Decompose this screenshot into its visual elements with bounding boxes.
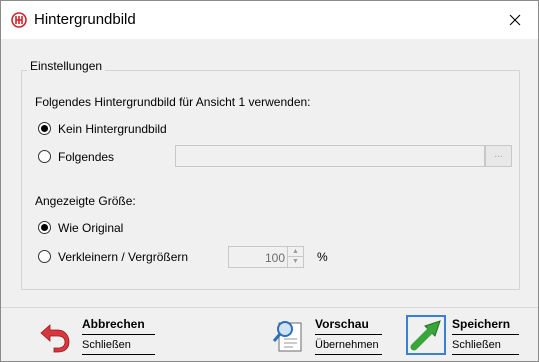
save-subtitle: Schließen: [452, 339, 501, 351]
radio-custom-background-label[interactable]: Folgendes: [58, 150, 114, 164]
radio-no-background[interactable]: [38, 122, 51, 135]
preview-subtitle-rule: [315, 354, 382, 355]
undo-arrow-icon: [40, 324, 70, 353]
cancel-title: Abbrechen: [82, 317, 145, 331]
radio-original-size[interactable]: [38, 221, 51, 234]
scale-stepper-buttons[interactable]: ▲ ▼: [287, 247, 303, 267]
save-subtitle-rule: [452, 354, 519, 355]
cancel-button[interactable]: Abbrechen Schließen: [38, 315, 158, 357]
browse-button[interactable]: ...: [485, 145, 512, 167]
scale-value: 100: [264, 251, 285, 265]
preview-button[interactable]: Vorschau Übernehmen: [271, 315, 391, 357]
save-title-rule: [452, 334, 519, 335]
scale-stepper[interactable]: 100 ▲ ▼: [228, 246, 304, 268]
green-arrow-icon: [410, 320, 441, 351]
dialog-window: Hintergrundbild Einstellungen Folgendes …: [0, 0, 539, 362]
footer-divider: [1, 307, 538, 308]
background-usage-label: Folgendes Hintergrundbild für Ansicht 1 …: [35, 95, 311, 109]
preview-title: Vorschau: [315, 317, 369, 331]
radio-original-size-label[interactable]: Wie Original: [58, 221, 123, 235]
close-button[interactable]: [492, 1, 538, 39]
radio-no-background-label[interactable]: Kein Hintergrundbild: [58, 122, 167, 136]
close-icon: [509, 14, 521, 26]
radio-custom-background[interactable]: [38, 150, 51, 163]
settings-group-title: Einstellungen: [27, 59, 106, 73]
radio-scale-size[interactable]: [38, 250, 51, 263]
app-logo-icon: [11, 12, 27, 28]
preview-subtitle: Übernehmen: [315, 339, 379, 351]
title-bar: Hintergrundbild: [1, 1, 538, 39]
background-file-field[interactable]: [175, 145, 485, 167]
spin-up-icon[interactable]: ▲: [288, 247, 303, 257]
magnifier-document-icon: [272, 321, 302, 352]
spin-down-icon[interactable]: ▼: [288, 257, 303, 267]
radio-scale-size-label[interactable]: Verkleinern / Vergrößern: [58, 250, 188, 264]
cancel-title-rule: [82, 334, 155, 335]
save-button[interactable]: Speichern Schließen: [406, 315, 528, 357]
cancel-subtitle: Schließen: [82, 339, 131, 351]
scale-unit: %: [317, 250, 328, 264]
cancel-subtitle-rule: [82, 354, 155, 355]
display-size-label: Angezeigte Größe:: [35, 194, 136, 208]
save-title: Speichern: [452, 317, 511, 331]
preview-title-rule: [315, 334, 382, 335]
window-title: Hintergrundbild: [34, 11, 136, 28]
